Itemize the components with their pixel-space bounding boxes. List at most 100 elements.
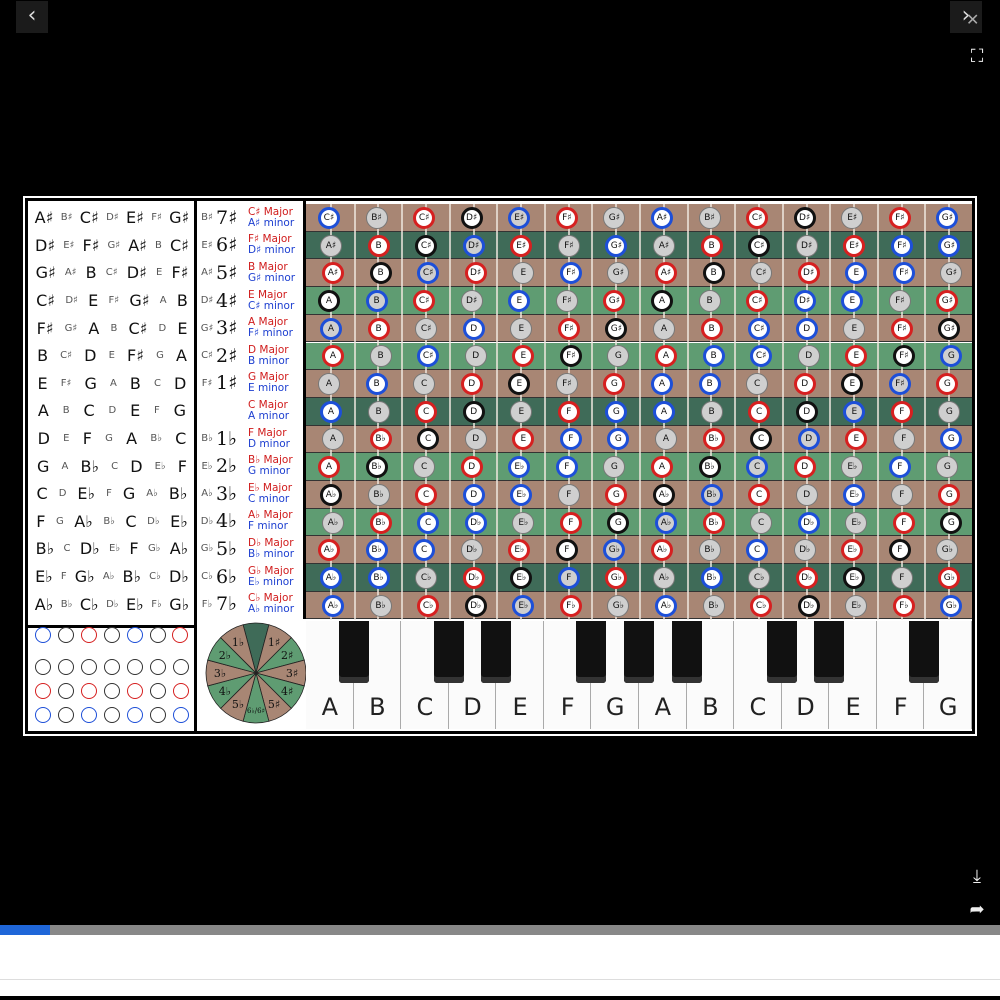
minor-key: A minor — [248, 409, 290, 422]
note-dot: A — [651, 289, 673, 312]
note-cell: A — [126, 429, 138, 449]
scale-symbol — [35, 659, 52, 675]
note-cell: C♯ — [36, 291, 56, 311]
note-dot: C — [417, 511, 440, 534]
key-label: F — [560, 693, 575, 721]
note-cell: D♭ — [168, 567, 189, 587]
note-dot: B♭ — [367, 483, 390, 506]
minor-key: E minor — [248, 382, 289, 395]
note-cell: D — [130, 456, 143, 476]
note-cell: G♯ — [35, 263, 56, 283]
key-signature-column: B♯ 7♯ C♯ Major A♯ minor E♯ 6♯ F♯ Major D♯ minor… — [198, 204, 302, 622]
signature-accidental: B♯ — [201, 212, 213, 224]
signature-count: 4♯ — [216, 289, 238, 312]
table-row: D♯ E♯ F♯ G♯ A♯ B C♯ — [31, 232, 193, 260]
minor-key: C♯ minor — [248, 299, 295, 312]
note-dot: B — [698, 289, 721, 312]
table-row: D E F G A B♭ C — [31, 425, 193, 453]
note-dot: C♭ — [748, 566, 771, 589]
close-button[interactable]: ✕ — [966, 10, 979, 29]
note-dot: D♭ — [797, 511, 820, 534]
key-label: E — [512, 693, 528, 721]
scale-symbol — [58, 683, 75, 699]
note-cell: C — [175, 429, 187, 449]
key-names: A♭ Major F minor — [248, 510, 293, 532]
signature-row: D♯ 4♯ E Major C♯ minor — [198, 287, 302, 315]
signature-row: A♭ 3♭ E♭ Major C minor — [198, 480, 302, 508]
note-cell: D♯ — [126, 263, 147, 283]
fretboard: C♯ B♯ C♯ D♯ E♯ F♯ G♯ A♯ B♯ C♯ D♯ E♯ F♯ G♯ A♯ B C♯ D♯ E♯ F♯ G… — [306, 204, 972, 620]
fullscreen-icon: ⛶ — [970, 46, 984, 67]
note-dot: A♭ — [655, 594, 677, 617]
fret-line — [353, 204, 356, 620]
major-key: F Major — [248, 426, 287, 439]
circle-label: 6♭/6♯ — [247, 707, 265, 715]
note-dot: E — [843, 317, 866, 340]
fret-line — [543, 204, 546, 620]
note-dot: A — [653, 317, 675, 340]
fret-line — [829, 204, 832, 620]
fret-line — [496, 204, 499, 620]
share-button[interactable]: ➦ — [962, 895, 992, 925]
note-cell: F — [36, 511, 46, 531]
note-dot: D — [460, 456, 483, 479]
fullscreen-button[interactable]: ⛶ — [962, 42, 992, 72]
note-dot: D♭ — [464, 594, 487, 617]
table-row: F♯ G♯ A B C♯ D E — [31, 314, 193, 342]
share-icon: ➦ — [969, 899, 985, 920]
note-dot: B♭ — [700, 483, 723, 506]
black-key — [624, 621, 654, 683]
note-cell: A♭ — [169, 539, 189, 559]
table-row: E F♯ G A B C D — [31, 370, 193, 398]
note-dot: D♭ — [462, 566, 485, 589]
note-cell: B — [129, 373, 141, 393]
minor-key: G♯ minor — [248, 271, 296, 284]
scale-symbol — [172, 707, 189, 723]
signature-row: G♯ 3♯ A Major F♯ minor — [198, 314, 302, 342]
previous-button[interactable]: ‹ — [16, 1, 48, 33]
note-dot: B — [367, 400, 390, 423]
note-dot: E — [510, 317, 533, 340]
note-dot: A — [320, 317, 342, 340]
key-names: B♭ Major G minor — [248, 455, 293, 477]
signature-accidental: A♭ — [201, 488, 213, 500]
note-cell: C♭ — [149, 571, 161, 583]
note-cell: G♭ — [147, 543, 161, 555]
circle-label: 2♭ — [219, 649, 231, 662]
note-cell: A♭ — [146, 488, 158, 500]
signature-count: 5♯ — [216, 261, 238, 284]
note-dot: E♭ — [845, 511, 868, 534]
note-cell: B♭ — [122, 567, 142, 587]
black-key — [481, 621, 512, 683]
note-cell: A — [175, 346, 187, 366]
minor-key: A♯ minor — [248, 216, 295, 229]
scale-symbol — [81, 707, 98, 723]
note-cell: A — [37, 401, 49, 421]
note-cell: G — [173, 401, 187, 421]
note-dot: F♯ — [557, 234, 580, 257]
note-cell: E♯ — [63, 239, 75, 251]
signature-count: 3♯ — [216, 317, 238, 340]
note-dot: F — [559, 511, 582, 534]
download-button[interactable]: ⤓ — [962, 862, 992, 892]
note-cell: E — [177, 318, 188, 338]
signature-accidental: C♯ — [201, 350, 213, 362]
signature-count: 4♭ — [216, 510, 238, 533]
note-cell: F — [154, 405, 160, 417]
note-cell: A — [88, 318, 100, 338]
note-dot: B♭ — [698, 456, 721, 479]
note-dot: E♭ — [510, 566, 533, 589]
note-cell: E♯ — [125, 208, 144, 228]
signature-count: 6♯ — [216, 234, 238, 257]
note-dot: F — [888, 539, 911, 562]
note-dot: C — [415, 400, 438, 423]
signature-row: B♯ 7♯ C♯ Major A♯ minor — [198, 204, 302, 232]
note-cell: E♭ — [109, 543, 121, 555]
note-dot: F♯ — [559, 262, 582, 285]
note-cell: E — [130, 401, 141, 421]
note-dot: B — [700, 317, 723, 340]
fret-line — [734, 204, 737, 620]
scale-symbol — [81, 627, 98, 643]
signature-accidental: C♭ — [201, 571, 213, 583]
note-cell: B — [85, 263, 97, 283]
